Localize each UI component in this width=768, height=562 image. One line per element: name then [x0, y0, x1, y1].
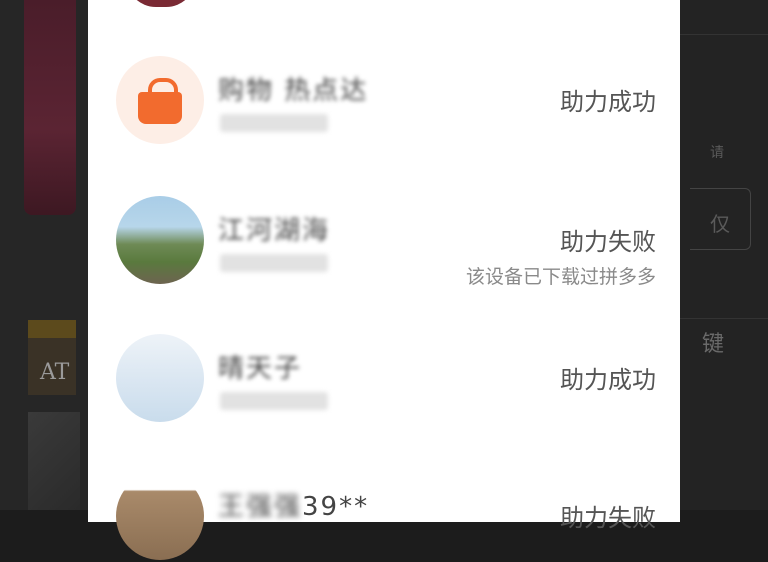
user-subtitle: [220, 392, 328, 410]
failure-reason: 该设备已下载过拼多多: [465, 266, 656, 288]
status-badge: 助力成功: [560, 88, 656, 116]
avatar: [116, 196, 204, 284]
user-subtitle: [220, 114, 328, 132]
list-item[interactable]: 购物 热点达 助力成功: [88, 8, 680, 146]
background-text: 请: [710, 145, 724, 161]
background-right-panel: 请 仅 键: [680, 0, 768, 510]
shopping-bag-icon: [138, 92, 182, 124]
list-item[interactable]: 江河湖海 助力失败 该设备已下载过拼多多: [88, 148, 680, 288]
status-badge: 助力成功: [560, 366, 656, 394]
background-text: AT: [40, 360, 70, 385]
status-badge: 助力失败: [560, 228, 656, 256]
background-poster: [24, 0, 76, 215]
helper-list-modal: 购物 热点达 助力成功 江河湖海 助力失败 该设备已下载过拼多多 晴天子 助力成…: [88, 0, 680, 560]
user-name-prefix: 王强强: [218, 492, 303, 522]
background-image: [28, 412, 80, 510]
list-item[interactable]: 晴天子 助力成功: [88, 286, 680, 424]
avatar: [116, 56, 204, 144]
avatar: [116, 334, 204, 422]
avatar: [126, 0, 196, 7]
user-name: 购物 热点达: [218, 76, 369, 106]
user-name: 王强强39**: [218, 486, 369, 523]
background-left-panel: AT: [0, 0, 88, 510]
user-name-suffix: 39**: [302, 492, 370, 522]
status-badge: 助力失败: [560, 504, 656, 532]
avatar: [116, 472, 204, 560]
user-subtitle: [220, 254, 328, 272]
user-name: 晴天子: [218, 354, 303, 384]
background-text: 仅: [710, 212, 730, 236]
background-text: 键: [702, 332, 725, 357]
user-name: 江河湖海: [218, 216, 331, 246]
list-item[interactable]: 王强强39** 助力失败: [88, 424, 680, 562]
